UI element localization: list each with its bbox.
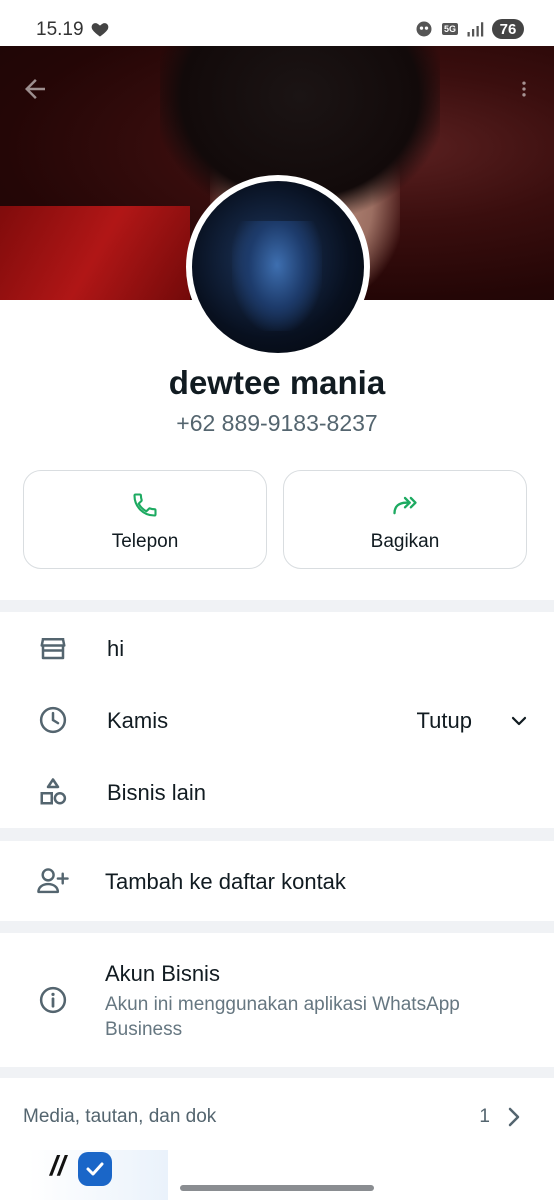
phone-icon: [133, 493, 157, 517]
store-icon: [40, 638, 66, 660]
add-contact-section[interactable]: Tambah ke daftar kontak: [0, 841, 554, 921]
arrow-left-icon[interactable]: [20, 74, 50, 104]
business-hours-day: Kamis: [107, 708, 169, 733]
heart-icon: [91, 23, 109, 37]
signal-icon: [467, 22, 484, 37]
contact-name: dewtee mania: [168, 364, 386, 401]
business-description-row: hi: [0, 612, 554, 684]
network-type: 5G: [441, 23, 458, 35]
call-button[interactable]: Telepon: [23, 470, 267, 569]
share-button[interactable]: Bagikan: [283, 470, 527, 569]
other-business-row[interactable]: Bisnis lain: [0, 756, 554, 828]
add-contact-row[interactable]: Tambah ke daftar kontak: [0, 841, 554, 921]
check-icon: [86, 1162, 104, 1176]
other-business-label: Bisnis lain: [107, 780, 207, 805]
info-icon: [39, 986, 67, 1014]
share-button-label: Bagikan: [370, 531, 440, 552]
business-account-title: Akun Bisnis: [105, 961, 220, 986]
share-forward-icon: [393, 496, 417, 515]
chevron-down-icon[interactable]: [510, 712, 528, 730]
avatar-image: [192, 181, 364, 353]
add-contact-label: Tambah ke daftar kontak: [105, 869, 346, 894]
media-thumbnail-badge: [78, 1152, 112, 1186]
business-account-subtitle: Akun ini menggunakan aplikasi WhatsApp B…: [105, 994, 460, 1040]
thumbnail-slash-mark: //: [50, 1150, 66, 1181]
more-vert-icon[interactable]: [514, 74, 534, 104]
business-description: hi: [107, 636, 125, 661]
media-title: Media, tautan, dan dok: [23, 1106, 217, 1127]
status-time: 15.19: [36, 19, 84, 40]
media-count: 1: [479, 1106, 490, 1127]
avatar-cat: [232, 221, 322, 331]
shapes-icon: [40, 778, 67, 805]
business-info-section: hi Kamis Tutup Bisnis lain: [0, 612, 554, 828]
status-bar: 15.19 5G 76: [0, 0, 554, 46]
battery-level: 76: [492, 19, 524, 39]
call-button-label: Telepon: [111, 531, 179, 552]
add-person-icon: [37, 868, 69, 894]
assistant-icon: [416, 21, 432, 37]
gesture-home-bar[interactable]: [180, 1185, 374, 1191]
media-section[interactable]: Media, tautan, dan dok 1 //: [0, 1078, 554, 1200]
business-hours-status: Tutup: [416, 708, 472, 733]
profile-avatar[interactable]: [186, 175, 370, 359]
contact-phone: +62 889-9183-8237: [176, 410, 378, 436]
business-account-section[interactable]: Akun Bisnis Akun ini menggunakan aplikas…: [0, 933, 554, 1067]
cover-photo-jacket: [0, 206, 190, 300]
business-hours-row[interactable]: Kamis Tutup: [0, 684, 554, 756]
status-icons: 5G 76: [414, 16, 524, 42]
clock-icon: [39, 706, 67, 734]
chevron-right-icon[interactable]: [506, 1106, 522, 1128]
